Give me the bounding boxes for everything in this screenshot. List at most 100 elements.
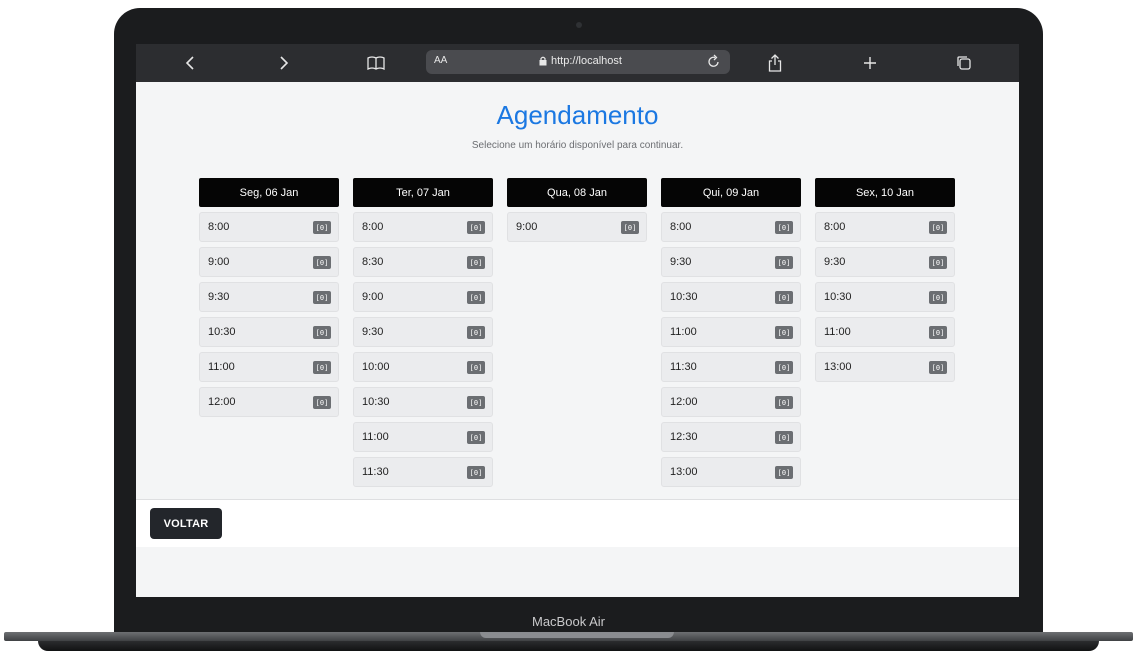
time-slot[interactable]: 12:00 [0] bbox=[661, 387, 801, 417]
slot-count-badge: [0] bbox=[929, 326, 947, 339]
slot-time: 11:30 bbox=[362, 466, 389, 478]
slot-time: 9:00 bbox=[362, 291, 384, 303]
url-text: http://localhost bbox=[551, 55, 622, 67]
slot-count-badge: [0] bbox=[929, 291, 947, 304]
time-slot[interactable]: 12:30 [0] bbox=[661, 422, 801, 452]
slot-count-badge: [0] bbox=[775, 291, 793, 304]
back-button[interactable]: VOLTAR bbox=[150, 508, 222, 539]
page-title: Agendamento bbox=[496, 100, 659, 130]
slot-count-badge: [0] bbox=[775, 431, 793, 444]
time-slot[interactable]: 13:00 [0] bbox=[661, 457, 801, 487]
day-column: Ter, 07 Jan 8:00 [0] 8:30 [0] 9:00 [0] 9:30 [0] 1… bbox=[353, 178, 493, 487]
slot-time: 8:30 bbox=[362, 256, 384, 268]
time-slot[interactable]: 10:00 [0] bbox=[353, 352, 493, 382]
time-slot[interactable]: 10:30 [0] bbox=[661, 282, 801, 312]
day-column: Seg, 06 Jan 8:00 [0] 9:00 [0] 9:30 [0] 10:30 [0]… bbox=[199, 178, 339, 417]
slot-time: 13:00 bbox=[824, 361, 852, 373]
time-slot[interactable]: 9:00 [0] bbox=[353, 282, 493, 312]
time-slot[interactable]: 9:00 [0] bbox=[199, 247, 339, 277]
slot-time: 13:00 bbox=[670, 466, 698, 478]
time-slot[interactable]: 10:30 [0] bbox=[199, 317, 339, 347]
camera-icon bbox=[576, 22, 582, 28]
slot-time: 9:30 bbox=[362, 326, 384, 338]
slot-count-badge: [0] bbox=[467, 431, 485, 444]
slot-time: 8:00 bbox=[670, 221, 692, 233]
time-slot[interactable]: 8:00 [0] bbox=[661, 212, 801, 242]
slot-time: 11:00 bbox=[362, 431, 389, 443]
reload-icon[interactable] bbox=[707, 53, 721, 74]
page-content: Agendamento Selecione um horário disponí… bbox=[136, 82, 1019, 597]
slot-time: 10:30 bbox=[824, 291, 852, 303]
time-slot[interactable]: 11:00 [0] bbox=[353, 422, 493, 452]
slot-time: 9:00 bbox=[516, 221, 538, 233]
time-slot[interactable]: 8:00 [0] bbox=[815, 212, 955, 242]
slot-count-badge: [0] bbox=[467, 291, 485, 304]
slot-time: 9:30 bbox=[670, 256, 692, 268]
footer-bar: VOLTAR bbox=[136, 499, 1019, 547]
new-tab-icon[interactable] bbox=[860, 44, 880, 82]
slot-time: 10:00 bbox=[362, 361, 390, 373]
time-slot[interactable]: 11:00 [0] bbox=[661, 317, 801, 347]
time-slot[interactable]: 11:30 [0] bbox=[661, 352, 801, 382]
slot-count-badge: [0] bbox=[621, 221, 639, 234]
time-slot[interactable]: 13:00 [0] bbox=[815, 352, 955, 382]
time-slot[interactable]: 12:00 [0] bbox=[199, 387, 339, 417]
slot-count-badge: [0] bbox=[467, 361, 485, 374]
time-slot[interactable]: 10:30 [0] bbox=[815, 282, 955, 312]
schedule-grid: Seg, 06 Jan 8:00 [0] 9:00 [0] 9:30 [0] 10:30 [0]… bbox=[199, 178, 959, 498]
device-label: MacBook Air bbox=[532, 614, 605, 629]
slot-count-badge: [0] bbox=[313, 326, 331, 339]
address-bar[interactable]: AA http://localhost bbox=[426, 50, 730, 74]
slot-count-badge: [0] bbox=[313, 256, 331, 269]
slot-count-badge: [0] bbox=[467, 326, 485, 339]
time-slot[interactable]: 9:30 [0] bbox=[661, 247, 801, 277]
browser-toolbar: AA http://localhost bbox=[136, 44, 1019, 82]
share-icon[interactable] bbox=[764, 44, 786, 82]
day-column: Sex, 10 Jan 8:00 [0] 9:30 [0] 10:30 [0] 11:00 [0… bbox=[815, 178, 955, 382]
day-header: Sex, 10 Jan bbox=[815, 178, 955, 207]
time-slot[interactable]: 8:30 [0] bbox=[353, 247, 493, 277]
time-slot[interactable]: 9:30 [0] bbox=[199, 282, 339, 312]
slot-time: 11:00 bbox=[670, 326, 697, 338]
slot-count-badge: [0] bbox=[775, 221, 793, 234]
day-header: Qua, 08 Jan bbox=[507, 178, 647, 207]
lock-icon bbox=[539, 56, 547, 66]
text-size-button[interactable]: AA bbox=[434, 55, 447, 66]
slot-count-badge: [0] bbox=[313, 291, 331, 304]
bookmarks-icon[interactable] bbox=[364, 44, 388, 82]
slot-count-badge: [0] bbox=[775, 361, 793, 374]
time-slot[interactable]: 9:30 [0] bbox=[353, 317, 493, 347]
day-column: Qua, 08 Jan 9:00 [0] bbox=[507, 178, 647, 242]
slot-count-badge: [0] bbox=[467, 396, 485, 409]
slot-count-badge: [0] bbox=[313, 221, 331, 234]
time-slot[interactable]: 9:00 [0] bbox=[507, 212, 647, 242]
slot-time: 11:00 bbox=[208, 361, 235, 373]
time-slot[interactable]: 11:00 [0] bbox=[199, 352, 339, 382]
forward-icon[interactable] bbox=[274, 44, 294, 82]
slot-time: 11:00 bbox=[824, 326, 851, 338]
slot-count-badge: [0] bbox=[775, 256, 793, 269]
time-slot[interactable]: 11:00 [0] bbox=[815, 317, 955, 347]
slot-time: 12:30 bbox=[670, 431, 698, 443]
slot-count-badge: [0] bbox=[467, 256, 485, 269]
slot-count-badge: [0] bbox=[929, 361, 947, 374]
slot-count-badge: [0] bbox=[467, 466, 485, 479]
time-slot[interactable]: 9:30 [0] bbox=[815, 247, 955, 277]
slot-time: 10:30 bbox=[670, 291, 698, 303]
slot-time: 8:00 bbox=[362, 221, 384, 233]
day-header: Qui, 09 Jan bbox=[661, 178, 801, 207]
slot-time: 8:00 bbox=[208, 221, 230, 233]
time-slot[interactable]: 8:00 [0] bbox=[199, 212, 339, 242]
time-slot[interactable]: 10:30 [0] bbox=[353, 387, 493, 417]
time-slot[interactable]: 11:30 [0] bbox=[353, 457, 493, 487]
slot-count-badge: [0] bbox=[775, 326, 793, 339]
day-header: Ter, 07 Jan bbox=[353, 178, 493, 207]
slot-count-badge: [0] bbox=[929, 256, 947, 269]
back-icon[interactable] bbox=[180, 44, 200, 82]
slot-count-badge: [0] bbox=[929, 221, 947, 234]
day-column: Qui, 09 Jan 8:00 [0] 9:30 [0] 10:30 [0] 11:00 [0… bbox=[661, 178, 801, 487]
time-slot[interactable]: 8:00 [0] bbox=[353, 212, 493, 242]
url-display[interactable]: http://localhost bbox=[539, 55, 622, 67]
tabs-icon[interactable] bbox=[954, 44, 974, 82]
page-subtitle: Selecione um horário disponível para con… bbox=[471, 140, 684, 151]
